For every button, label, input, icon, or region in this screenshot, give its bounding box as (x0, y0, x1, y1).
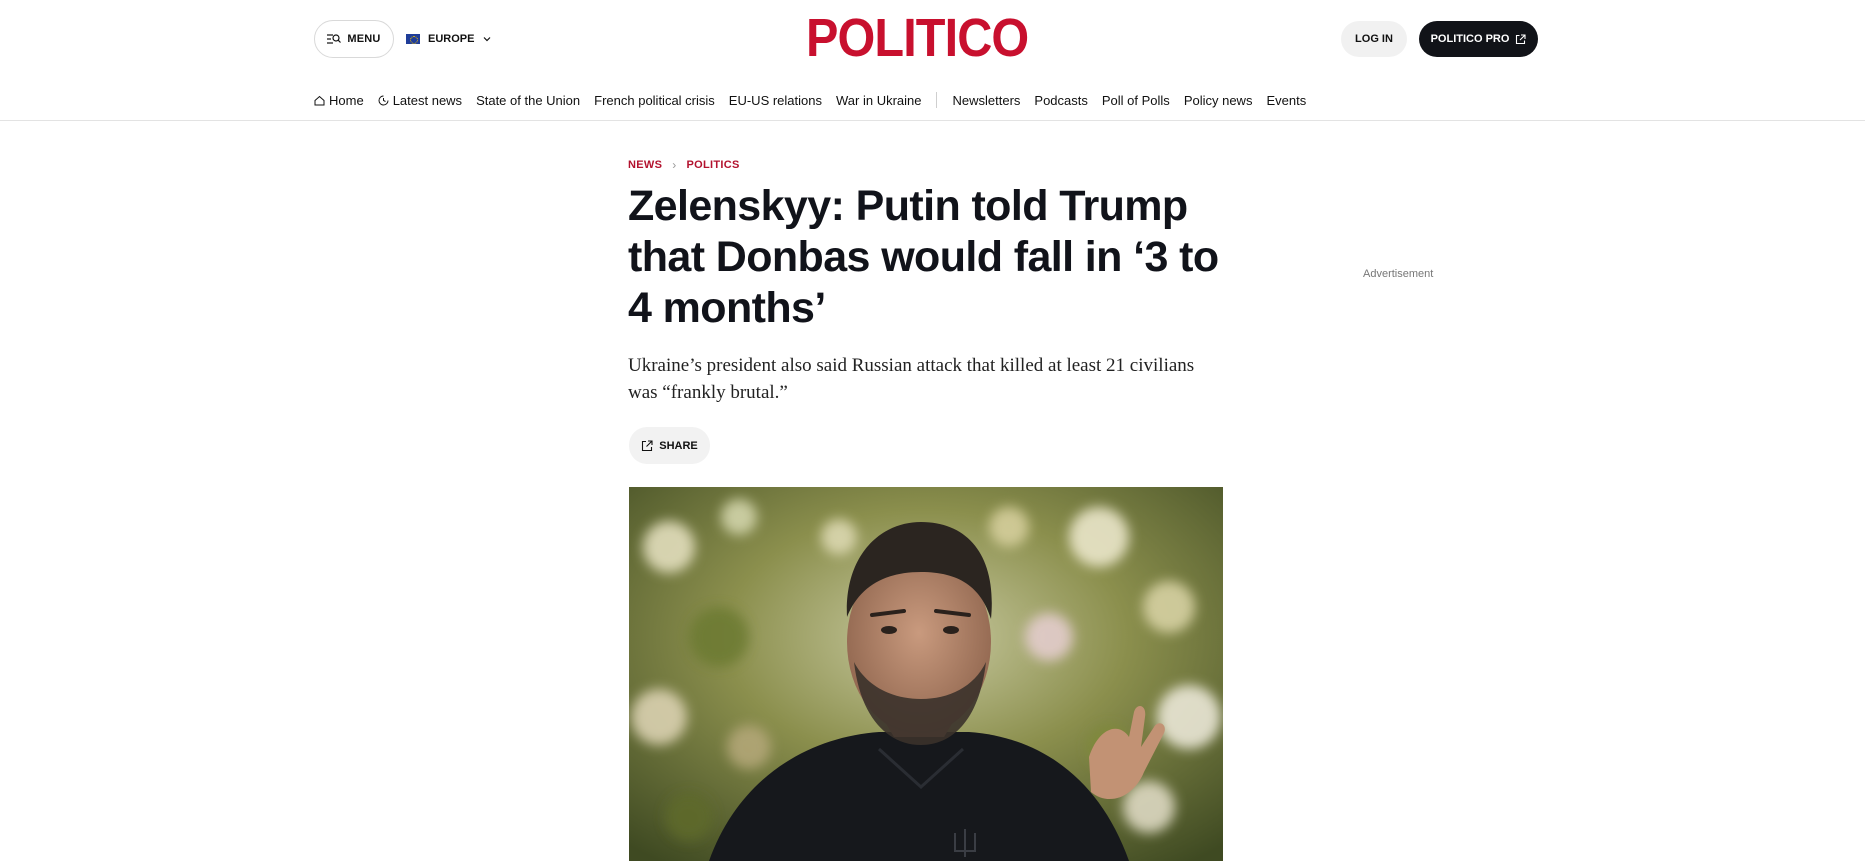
chevron-down-icon (484, 37, 491, 42)
eu-flag-icon (406, 34, 420, 44)
menu-label: MENU (347, 33, 381, 45)
chevron-right-icon: › (672, 158, 677, 172)
breadcrumb-politics[interactable]: POLITICS (687, 159, 740, 171)
external-link-icon (1516, 33, 1526, 44)
home-icon (314, 95, 325, 105)
nav-item-french-political-crisis[interactable]: French political crisis (594, 93, 715, 108)
nav-item-podcasts[interactable]: Podcasts (1034, 93, 1087, 108)
edition-selector[interactable]: EUROPE (406, 20, 492, 58)
nav-divider (936, 92, 938, 108)
nav-item-home[interactable]: Home (314, 93, 364, 108)
primary-nav: Home Latest news State of the Union Fren… (314, 88, 1306, 112)
nav-item-policy-news[interactable]: Policy news (1184, 93, 1253, 108)
advertisement-label: Advertisement (1363, 268, 1434, 280)
share-icon (642, 439, 653, 451)
nav-item-events[interactable]: Events (1266, 93, 1306, 108)
login-button[interactable]: LOG IN (1341, 21, 1407, 57)
hero-photo (629, 487, 1223, 861)
nav-item-newsletters[interactable]: Newsletters (952, 93, 1020, 108)
nav-item-war-in-ukraine[interactable]: War in Ukraine (836, 93, 921, 108)
site-header: MENU EUROPE POLITICO LOG IN POLITICO PRO (0, 0, 1865, 78)
edition-label: EUROPE (428, 33, 475, 45)
clock-icon (378, 95, 389, 105)
breadcrumb-news[interactable]: NEWS (628, 159, 662, 171)
menu-button[interactable]: MENU (314, 20, 394, 58)
politico-pro-button[interactable]: POLITICO PRO (1419, 21, 1538, 57)
nav-item-poll-of-polls[interactable]: Poll of Polls (1102, 93, 1170, 108)
nav-item-state-of-the-union[interactable]: State of the Union (476, 93, 580, 108)
nav-item-label: Home (329, 92, 364, 108)
article-hero-image[interactable] (629, 487, 1223, 861)
nav-item-latest-news[interactable]: Latest news (378, 93, 462, 108)
politico-pro-label: POLITICO PRO (1430, 33, 1510, 45)
nav-divider-line (0, 120, 1865, 121)
article-dek: Ukraine’s president also said Russian at… (628, 355, 1195, 403)
nav-item-eu-us-relations[interactable]: EU-US relations (729, 93, 822, 108)
search-menu-icon (327, 34, 342, 44)
share-button[interactable]: SHARE (629, 427, 710, 464)
nav-item-label: Latest news (392, 92, 463, 108)
article-headline: Zelenskyy: Putin told Trump that Donbas … (628, 182, 1219, 332)
breadcrumb: NEWS › POLITICS (628, 158, 740, 172)
politico-logo[interactable]: POLITICO (806, 10, 1029, 66)
share-label: SHARE (659, 439, 698, 452)
